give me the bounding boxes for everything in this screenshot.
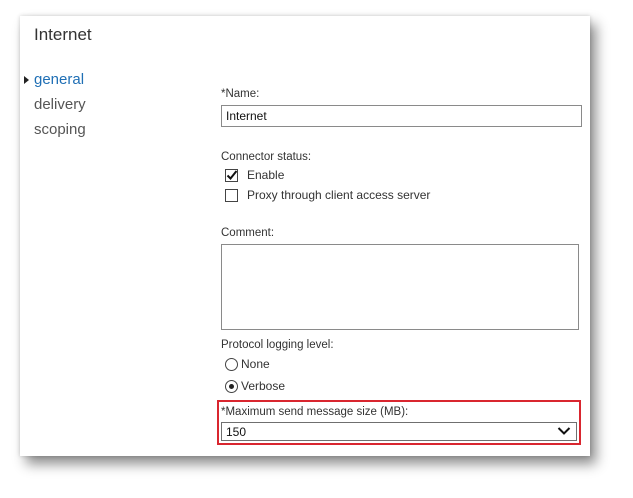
max-send-size-value: 150	[226, 425, 247, 439]
max-send-size-label: *Maximum send message size (MB):	[221, 406, 409, 418]
name-label: *Name:	[221, 88, 260, 100]
enable-checkbox-row[interactable]: Enable	[225, 167, 284, 183]
comment-label: Comment:	[221, 227, 275, 239]
proxy-checkbox-row[interactable]: Proxy through client access server	[225, 187, 430, 203]
nav-item-label: scoping	[34, 121, 86, 138]
nav-item-label: general	[34, 71, 85, 88]
logging-option-verbose[interactable]: Verbose	[225, 378, 285, 394]
page-title: Internet	[34, 25, 92, 44]
connector-properties-panel: Internet general delivery scoping *Name:…	[20, 16, 590, 456]
general-form: *Name: Internet Connector status: Enable…	[217, 16, 590, 456]
none-label: None	[241, 357, 270, 371]
radio-selected-dot	[229, 383, 234, 389]
nav-item-label: delivery	[34, 96, 86, 113]
proxy-label: Proxy through client access server	[247, 188, 431, 202]
enable-label: Enable	[247, 168, 285, 182]
comment-textarea[interactable]	[221, 244, 579, 330]
logging-option-none[interactable]: None	[225, 356, 270, 372]
max-send-size-dropdown[interactable]: 150	[221, 422, 577, 441]
chevron-down-icon	[557, 427, 571, 435]
screenshot-stage: Internet general delivery scoping *Name:…	[0, 0, 633, 498]
nav-item-scoping[interactable]: scoping	[20, 119, 140, 144]
none-radio[interactable]	[225, 357, 238, 371]
name-field[interactable]: Internet	[221, 105, 582, 127]
enable-checkbox[interactable]	[225, 168, 238, 182]
section-nav: general delivery scoping	[20, 69, 140, 144]
checkmark-icon	[226, 169, 238, 180]
triangle-right-icon	[24, 76, 29, 84]
verbose-label: Verbose	[241, 379, 286, 393]
connector-status-label: Connector status:	[221, 151, 312, 163]
verbose-radio[interactable]	[225, 379, 238, 393]
nav-item-delivery[interactable]: delivery	[20, 94, 140, 119]
protocol-logging-label: Protocol logging level:	[221, 339, 334, 351]
nav-item-general[interactable]: general	[20, 69, 140, 94]
proxy-checkbox[interactable]	[225, 188, 238, 202]
